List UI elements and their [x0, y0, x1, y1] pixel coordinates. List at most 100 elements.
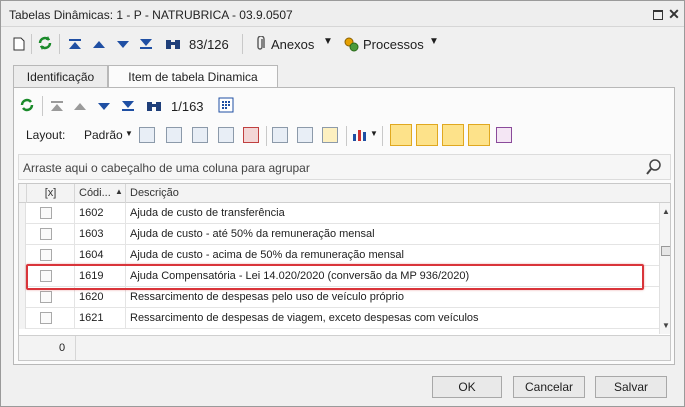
calendar-grid-icon[interactable] [218, 97, 234, 113]
chevron-down-icon[interactable]: ▼ [370, 129, 378, 138]
cancel-button-label: Cancelar [524, 380, 574, 394]
layout-select[interactable]: Padrão [84, 128, 123, 142]
highlight-box [26, 264, 644, 290]
processes-menu[interactable]: Processos [363, 37, 424, 52]
previous-record-icon[interactable] [91, 36, 107, 52]
separator [346, 126, 347, 146]
next-record-icon[interactable] [96, 98, 112, 114]
header-select[interactable]: [x] [27, 184, 75, 203]
row-select-cell [27, 308, 75, 329]
title-bar: Tabelas Dinâmicas: 1 - P - NATRUBRICA - … [1, 1, 684, 27]
binoculars-icon[interactable] [146, 98, 162, 114]
sub-toolbar: 1/163 [14, 92, 674, 118]
scroll-down-icon[interactable]: ▼ [662, 321, 670, 330]
footer-divider [75, 336, 76, 360]
row-indicator[interactable] [19, 203, 26, 224]
row-indicator[interactable] [19, 287, 26, 308]
ok-button[interactable]: OK [432, 376, 502, 398]
chevron-down-icon[interactable]: ▼ [125, 129, 133, 138]
separator [382, 126, 383, 146]
header-description[interactable]: Descrição [126, 184, 670, 203]
dialog-window: Tabelas Dinâmicas: 1 - P - NATRUBRICA - … [0, 0, 685, 407]
new-document-icon[interactable] [11, 36, 27, 52]
refresh-icon[interactable] [19, 97, 35, 113]
binoculars-icon[interactable] [165, 36, 181, 52]
view-list-icon[interactable] [468, 124, 490, 146]
chevron-down-icon[interactable]: ▼ [429, 36, 439, 47]
row-checkbox[interactable] [40, 312, 52, 324]
window-title: Tabelas Dinâmicas: 1 - P - NATRUBRICA - … [9, 8, 293, 22]
row-checkbox[interactable] [40, 207, 52, 219]
table-row[interactable]: 1620 Ressarcimento de despesas pelo uso d… [19, 287, 659, 308]
table-row[interactable]: 1602 Ajuda de custo de transferência [19, 203, 659, 224]
row-select-cell [27, 224, 75, 245]
grid-list-icon[interactable] [192, 127, 208, 143]
row-code: 1602 [75, 203, 126, 224]
subrecord-counter: 1/163 [171, 99, 204, 114]
row-indicator[interactable] [19, 308, 26, 329]
tab-identificacao[interactable]: Identificação [13, 65, 108, 87]
row-indicator[interactable] [19, 266, 26, 287]
grid-header: [x] Códi... ▲ Descrição [19, 184, 670, 203]
row-indicator[interactable] [19, 224, 26, 245]
view-green-alt-icon[interactable] [416, 124, 438, 146]
home-icon[interactable] [243, 127, 259, 143]
previous-record-icon[interactable] [72, 98, 88, 114]
last-record-icon[interactable] [138, 36, 154, 52]
table-row[interactable]: 1604 Ajuda de custo - acima de 50% da rem… [19, 245, 659, 266]
table-row[interactable]: 1621 Ressarcimento de despesas de viagem,… [19, 308, 659, 329]
first-record-icon[interactable] [49, 98, 65, 114]
record-counter: 83/126 [189, 37, 229, 52]
paperclip-icon[interactable] [252, 36, 268, 52]
vertical-scrollbar[interactable]: ▲ ▼ [659, 203, 670, 334]
attachments-menu[interactable]: Anexos [271, 37, 314, 52]
close-icon[interactable]: ✕ [668, 7, 680, 21]
first-record-icon[interactable] [67, 36, 83, 52]
restore-icon[interactable] [652, 8, 664, 20]
grid-export-icon[interactable] [139, 127, 155, 143]
row-description: Ajuda de custo de transferência [130, 207, 285, 219]
row-description: Ressarcimento de despesas de viagem, exc… [130, 312, 479, 324]
scroll-up-icon[interactable]: ▲ [662, 207, 670, 216]
tab-panel: 1/163 Layout: Padrão ▼ ▼ Arraste aqui o … [13, 87, 675, 365]
chevron-down-icon[interactable]: ▼ [323, 36, 333, 47]
group-by-area[interactable]: Arraste aqui o cabeçalho de uma coluna p… [18, 154, 671, 180]
grid-copy-icon[interactable] [166, 127, 182, 143]
filter-icon[interactable] [272, 127, 288, 143]
save-button-label: Salvar [613, 380, 648, 394]
row-code: 1621 [75, 308, 126, 329]
row-checkbox[interactable] [40, 291, 52, 303]
separator [242, 34, 243, 54]
view-green-icon[interactable] [390, 124, 412, 146]
footer-count: 0 [59, 342, 66, 354]
ok-button-label: OK [458, 380, 476, 394]
note-icon[interactable] [322, 127, 338, 143]
group-hint: Arraste aqui o cabeçalho de uma coluna p… [23, 161, 310, 175]
header-code[interactable]: Códi... ▲ [75, 184, 126, 203]
bar-chart-icon[interactable] [352, 127, 368, 143]
next-record-icon[interactable] [115, 36, 131, 52]
row-checkbox[interactable] [40, 249, 52, 261]
table-row[interactable]: 1603 Ajuda de custo - até 50% da remunera… [19, 224, 659, 245]
row-checkbox[interactable] [40, 228, 52, 240]
refresh-icon[interactable] [37, 35, 53, 51]
tab-item-tabela-dinamica[interactable]: Item de tabela Dinamica [108, 65, 278, 88]
view-form-icon[interactable] [442, 124, 464, 146]
header-code-label: Códi... [79, 187, 111, 199]
row-code: 1620 [75, 287, 126, 308]
scroll-thumb[interactable] [661, 246, 670, 256]
sum-icon[interactable] [297, 127, 313, 143]
search-icon[interactable] [645, 158, 663, 179]
row-code: 1604 [75, 245, 126, 266]
processes-icon[interactable] [343, 36, 359, 52]
save-button[interactable]: Salvar [595, 376, 667, 398]
font-icon[interactable] [496, 127, 512, 143]
row-code: 1603 [75, 224, 126, 245]
last-record-icon[interactable] [120, 98, 136, 114]
grid-import-icon[interactable] [218, 127, 234, 143]
layout-label: Layout: [26, 128, 66, 142]
sort-asc-icon: ▲ [115, 187, 123, 196]
main-toolbar: 83/126 Anexos ▼ Processos ▼ [1, 28, 684, 60]
cancel-button[interactable]: Cancelar [513, 376, 585, 398]
row-indicator[interactable] [19, 245, 26, 266]
